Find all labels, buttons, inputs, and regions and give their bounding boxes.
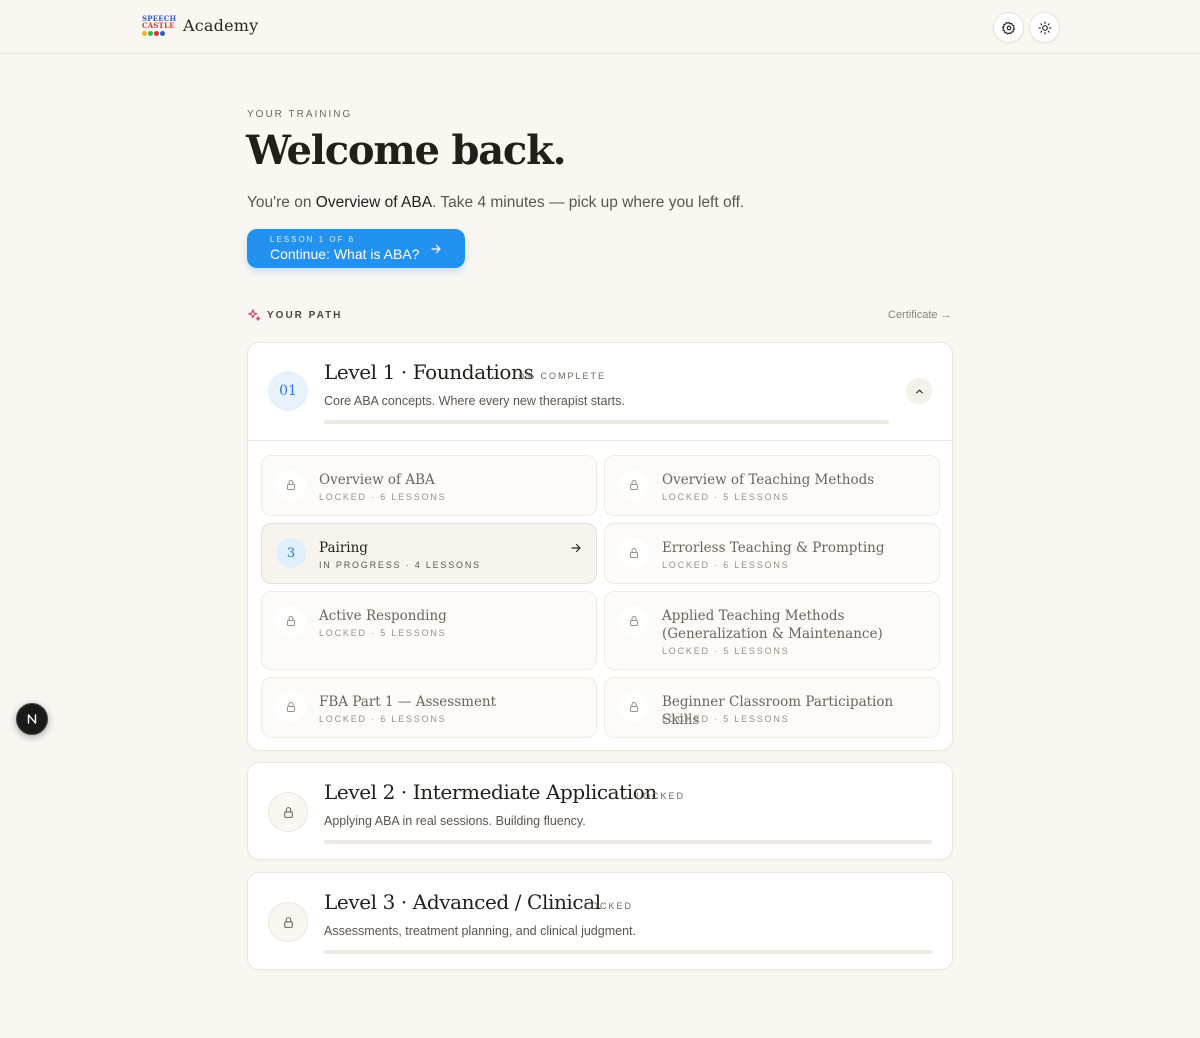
- certificate-link[interactable]: Certificate →: [888, 309, 952, 321]
- module-tile-in-progress[interactable]: 3 Pairing IN PROGRESS · 4 LESSONS: [261, 523, 597, 584]
- level-2-status: LOCKED: [636, 791, 686, 801]
- module-lock-badge: [276, 470, 306, 500]
- logo-dots: [142, 31, 172, 36]
- collapse-level-button[interactable]: [906, 378, 932, 404]
- lock-icon: [283, 806, 293, 818]
- level-2-lock-badge: [268, 792, 308, 832]
- level-3-description: Assessments, treatment planning, and cli…: [324, 924, 636, 938]
- lock-icon: [287, 702, 295, 712]
- module-meta: LOCKED · 5 LESSONS: [662, 714, 790, 724]
- top-bar: SPEECH CASTLE Academy: [0, 0, 1200, 54]
- level-1-description: Core ABA concepts. Where every new thera…: [324, 394, 625, 408]
- theme-toggle-icon: [1038, 21, 1051, 34]
- level-3-lock-badge: [268, 902, 308, 942]
- level-3-card[interactable]: Level 3 · Advanced / Clinical LOCKED Ass…: [247, 872, 953, 970]
- module-name: Overview of Teaching Methods: [662, 472, 875, 488]
- module-meta: LOCKED · 6 LESSONS: [319, 714, 447, 724]
- module-lock-badge: [619, 692, 649, 722]
- subtitle-suffix: . Take 4 minutes — pick up where you lef…: [432, 194, 745, 211]
- settings-icon: [1001, 21, 1015, 35]
- module-meta: LOCKED · 6 LESSONS: [319, 492, 447, 502]
- module-name: Pairing: [319, 540, 368, 556]
- module-name: Errorless Teaching & Prompting: [662, 540, 885, 556]
- level-1-divider: [248, 440, 952, 441]
- settings-button[interactable]: [993, 12, 1024, 43]
- sparkle-icon: [248, 309, 261, 321]
- module-tile[interactable]: Active Responding LOCKED · 5 LESSONS: [261, 591, 597, 670]
- level-2-description: Applying ABA in real sessions. Building …: [324, 814, 586, 828]
- module-meta: IN PROGRESS · 4 LESSONS: [319, 560, 481, 570]
- lock-icon: [287, 616, 295, 626]
- training-eyebrow: YOUR TRAINING: [247, 109, 353, 120]
- subtitle-prefix: You're on: [247, 194, 316, 211]
- chevron-up-icon: [915, 389, 923, 393]
- level-1-badge: 01: [268, 371, 308, 411]
- speech-castle-logo[interactable]: SPEECH CASTLE: [142, 15, 176, 39]
- lock-icon: [630, 548, 638, 558]
- logo-line-2: CASTLE: [142, 21, 175, 30]
- module-name: Applied Teaching Methods (Generalization…: [662, 608, 883, 642]
- theme-toggle-button[interactable]: [1029, 12, 1060, 43]
- module-number-badge: 3: [276, 538, 306, 568]
- lock-icon: [630, 480, 638, 490]
- module-tile[interactable]: Overview of Teaching Methods LOCKED · 5 …: [604, 455, 940, 516]
- module-lock-badge: [619, 538, 649, 568]
- module-name: FBA Part 1 — Assessment: [319, 694, 497, 710]
- module-lock-badge: [619, 470, 649, 500]
- page-title: Welcome back.: [246, 127, 567, 174]
- level-2-card[interactable]: Level 2 · Intermediate Application LOCKE…: [247, 762, 953, 860]
- level-1-title[interactable]: Level 1 · Foundations: [324, 360, 534, 384]
- current-course-name: Overview of ABA: [315, 194, 433, 211]
- module-lock-badge: [619, 606, 649, 636]
- module-tile[interactable]: Beginner Classroom Participation Skills …: [604, 677, 940, 738]
- level-3-title: Level 3 · Advanced / Clinical: [324, 890, 601, 914]
- arrow-right-icon: [571, 543, 581, 553]
- level-2-progress-bar: [324, 840, 932, 844]
- module-tile[interactable]: Overview of ABA LOCKED · 6 LESSONS: [261, 455, 597, 516]
- module-meta: LOCKED · 5 LESSONS: [662, 492, 790, 502]
- brand-name[interactable]: Academy: [183, 16, 258, 35]
- n-logo-icon: [27, 714, 37, 724]
- level-1-progress-bar: [324, 420, 889, 424]
- cta-kicker: LESSON 1 OF 6: [270, 235, 356, 244]
- lock-icon: [287, 480, 295, 490]
- cta-label: Continue: What is ABA?: [270, 246, 420, 262]
- continue-lesson-button[interactable]: LESSON 1 OF 6 Continue: What is ABA?: [247, 229, 465, 268]
- lock-icon: [283, 916, 293, 928]
- module-meta: LOCKED · 6 LESSONS: [662, 560, 790, 570]
- module-name: Active Responding: [319, 608, 447, 624]
- level-1-card: 01 Level 1 · Foundations 0% COMPLETE Cor…: [247, 342, 953, 751]
- module-tile[interactable]: Applied Teaching Methods (Generalization…: [604, 591, 940, 670]
- module-tile[interactable]: Errorless Teaching & Prompting LOCKED · …: [604, 523, 940, 584]
- hero-subtitle: You're on Overview of ABA. Take 4 minute…: [247, 194, 744, 212]
- module-lock-badge: [276, 692, 306, 722]
- module-name: Overview of ABA: [319, 472, 435, 488]
- module-meta: LOCKED · 5 LESSONS: [662, 646, 790, 656]
- level-3-status: LOCKED: [584, 901, 634, 911]
- your-path-label: YOUR PATH: [267, 310, 343, 321]
- floating-n-button[interactable]: [16, 703, 48, 735]
- module-tile[interactable]: FBA Part 1 — Assessment LOCKED · 6 LESSO…: [261, 677, 597, 738]
- module-lock-badge: [276, 606, 306, 636]
- module-meta: LOCKED · 5 LESSONS: [319, 628, 447, 638]
- lock-icon: [630, 616, 638, 626]
- level-3-progress-bar: [324, 950, 932, 954]
- level-1-status: 0% COMPLETE: [519, 371, 607, 381]
- lock-icon: [630, 702, 638, 712]
- level-2-title: Level 2 · Intermediate Application: [324, 780, 657, 804]
- arrow-right-icon: [431, 244, 441, 254]
